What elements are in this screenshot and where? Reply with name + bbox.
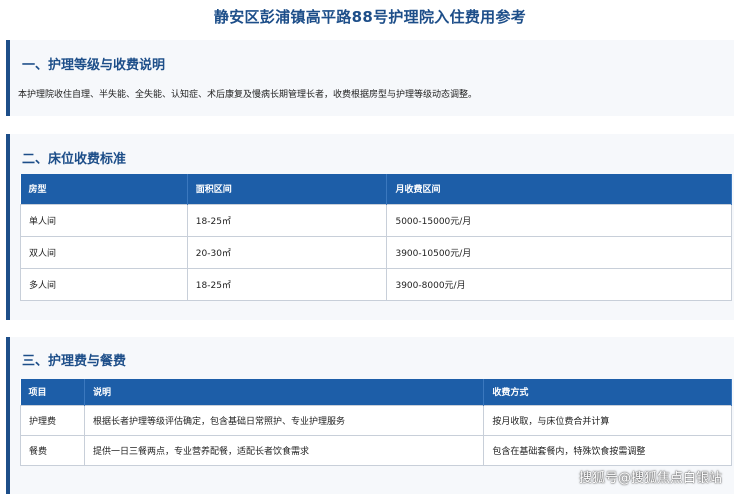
table-row: 双人间 20-30㎡ 3900-10500元/月 (20, 235, 732, 269)
billing-method-cell: 按月收取，与床位费合并计算 (483, 404, 732, 436)
section-heading: 一、护理等级与收费说明 (22, 58, 166, 73)
section-bed-fees: 二、床位收费标准 房型 面积区间 月收费区间 单人间 18-25㎡ 5000-1… (6, 134, 734, 320)
column-header: 说明 (84, 379, 485, 405)
care-meal-fee-table: 项目 说明 收费方式 护理费 根据长者护理等级评估确定，包含基础日常照护、专业护… (20, 379, 732, 466)
table-row: 单人间 18-25㎡ 5000-15000元/月 (20, 203, 732, 237)
bed-fee-table: 房型 面积区间 月收费区间 单人间 18-25㎡ 5000-15000元/月 双… (20, 174, 732, 301)
description-cell: 提供一日三餐两点，专业营养配餐，适配长者饮食需求 (83, 434, 485, 466)
column-header: 月收费区间 (386, 174, 732, 204)
monthly-fee-cell: 3900-8000元/月 (386, 267, 732, 301)
item-cell: 护理费 (20, 404, 85, 436)
area-cell: 20-30㎡ (186, 235, 388, 269)
area-cell: 18-25㎡ (186, 267, 388, 301)
section-text: 本护理院收住自理、半失能、全失能、认知症、术后康复及慢病长期管理长者，收费根据房… (18, 90, 478, 100)
room-type-cell: 双人间 (20, 235, 188, 269)
column-header: 收费方式 (483, 379, 732, 405)
table-row: 多人间 18-25㎡ 3900-8000元/月 (20, 267, 732, 301)
area-cell: 18-25㎡ (186, 203, 388, 237)
monthly-fee-cell: 3900-10500元/月 (386, 235, 732, 269)
description-cell: 根据长者护理等级评估确定，包含基础日常照护、专业护理服务 (83, 404, 485, 436)
section-heading: 三、护理费与餐费 (22, 354, 127, 369)
table-header-row: 项目 说明 收费方式 (20, 379, 732, 405)
billing-method-cell: 包含在基础套餐内，特殊饮食按需调整 (483, 434, 732, 466)
table-row: 护理费 根据长者护理等级评估确定，包含基础日常照护、专业护理服务 按月收取，与床… (20, 404, 732, 436)
room-type-cell: 单人间 (20, 203, 188, 237)
room-type-cell: 多人间 (20, 267, 188, 301)
column-header: 房型 (20, 174, 188, 204)
column-header: 面积区间 (187, 174, 388, 204)
table-row: 餐费 提供一日三餐两点，专业营养配餐，适配长者饮食需求 包含在基础套餐内，特殊饮… (20, 434, 732, 466)
section-care-level: 一、护理等级与收费说明 本护理院收住自理、半失能、全失能、认知症、术后康复及慢病… (6, 40, 734, 116)
item-cell: 餐费 (20, 434, 85, 466)
section-heading: 二、床位收费标准 (22, 152, 127, 167)
watermark: 搜狐号@搜狐焦点白银站 (578, 471, 722, 486)
page-title: 静安区彭浦镇高平路88号护理院入住费用参考 (213, 8, 527, 26)
table-header-row: 房型 面积区间 月收费区间 (20, 174, 732, 204)
column-header: 项目 (20, 379, 85, 405)
monthly-fee-cell: 5000-15000元/月 (386, 203, 732, 237)
